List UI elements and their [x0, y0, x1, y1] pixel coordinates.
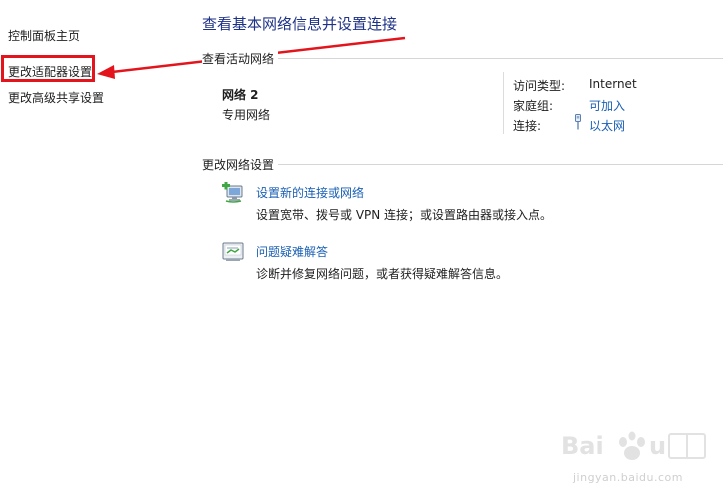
- homegroup-join-link[interactable]: 可加入: [589, 97, 625, 114]
- ethernet-icon: [575, 114, 581, 130]
- access-type-value: Internet: [589, 77, 637, 91]
- setup-new-connection-link[interactable]: 设置新的连接或网络: [256, 184, 364, 201]
- setup-new-connection-desc: 设置宽带、拨号或 VPN 连接；或设置路由器或接入点。: [256, 208, 553, 222]
- svg-text:u: u: [649, 432, 666, 460]
- watermark-url: jingyan.baidu.com: [572, 471, 683, 484]
- homegroup-label: 家庭组:: [513, 99, 554, 113]
- change-settings-label: 更改网络设置: [202, 156, 279, 173]
- troubleshoot-desc: 诊断并修复网络问题，或者获得疑难解答信息。: [256, 267, 509, 281]
- network-name: 网络 2: [222, 88, 259, 102]
- svg-text:Bai: Bai: [561, 432, 604, 460]
- troubleshoot-icon: [222, 242, 244, 261]
- baidu-watermark-logo: Bai u: [561, 431, 706, 460]
- active-networks-label: 查看活动网络: [202, 50, 279, 67]
- connection-label: 连接:: [513, 119, 542, 133]
- active-networks-divider: [202, 58, 723, 59]
- page-title: 查看基本网络信息并设置连接: [202, 15, 398, 33]
- connection-ethernet-link[interactable]: 以太网: [589, 117, 625, 134]
- change-settings-divider: [202, 164, 723, 165]
- new-connection-icon: [222, 182, 243, 203]
- annotation-arrow: [97, 36, 406, 79]
- network-info-divider: [503, 72, 504, 134]
- network-type: 专用网络: [222, 108, 271, 122]
- troubleshoot-link[interactable]: 问题疑难解答: [256, 243, 328, 260]
- access-type-label: 访问类型:: [513, 79, 566, 93]
